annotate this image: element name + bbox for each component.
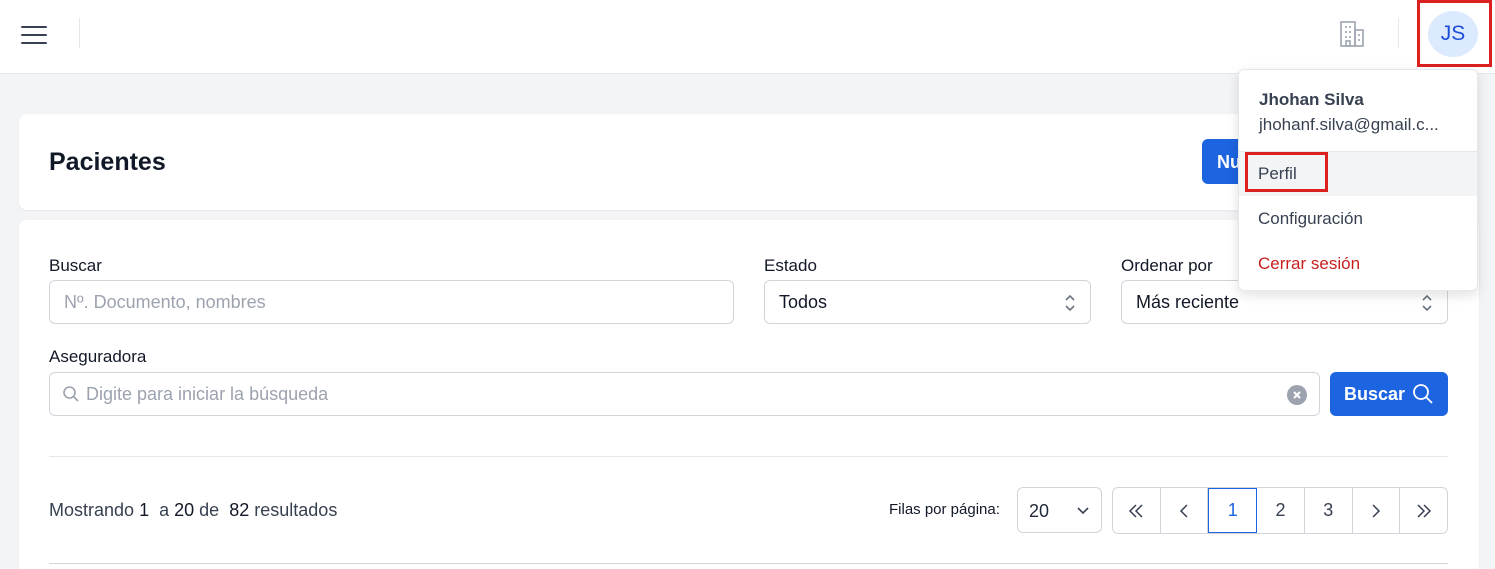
menu-item-configuracion[interactable]: Configuración: [1239, 197, 1477, 241]
divider: [49, 456, 1448, 457]
search-icon: [63, 386, 79, 402]
buscar-input[interactable]: Nº. Documento, nombres: [49, 280, 734, 324]
previous-page-icon[interactable]: [1161, 488, 1209, 533]
search-button-label: Buscar: [1344, 383, 1406, 404]
table-top-border: [49, 563, 1448, 564]
buscar-label: Buscar: [49, 256, 102, 275]
rows-per-page-label: Filas por página:: [889, 501, 1000, 518]
aseguradora-label: Aseguradora: [49, 347, 147, 366]
results-prefix: Mostrando: [49, 500, 135, 520]
page-title: Pacientes: [49, 148, 166, 176]
perfil-highlight-box: [1245, 152, 1328, 192]
results-total: 82: [229, 500, 250, 520]
rows-per-page-value: 20: [1029, 501, 1050, 521]
page-button-1[interactable]: 1: [1208, 488, 1258, 533]
next-page-icon[interactable]: [1353, 488, 1401, 533]
results-of-word: de: [199, 500, 220, 520]
aseguradora-search-input[interactable]: Digite para iniciar la búsqueda: [49, 372, 1320, 416]
hamburger-menu-icon[interactable]: [21, 24, 47, 46]
search-icon: [1413, 384, 1433, 404]
avatar-highlight-box: [1417, 0, 1492, 67]
aseguradora-placeholder: Digite para iniciar la búsqueda: [86, 383, 329, 404]
estado-select[interactable]: Todos: [764, 280, 1091, 324]
menu-item-cerrar-sesion[interactable]: Cerrar sesión: [1239, 242, 1477, 286]
page-button-3[interactable]: 3: [1305, 488, 1353, 533]
chevron-down-icon: [1077, 507, 1089, 515]
building-icon[interactable]: [1336, 18, 1368, 50]
clear-icon[interactable]: [1287, 385, 1307, 405]
top-navbar: JS: [0, 0, 1495, 74]
navbar-divider: [79, 18, 80, 48]
buscar-placeholder: Nº. Documento, nombres: [64, 291, 266, 312]
ordenar-label: Ordenar por: [1121, 256, 1213, 275]
ordenar-value: Más reciente: [1136, 291, 1240, 312]
navbar-divider: [1398, 18, 1399, 48]
first-page-icon[interactable]: [1113, 488, 1161, 533]
estado-label: Estado: [764, 256, 817, 275]
results-from: 1: [139, 500, 150, 520]
last-page-icon[interactable]: [1400, 488, 1447, 533]
search-button[interactable]: Buscar: [1330, 372, 1448, 416]
estado-value: Todos: [779, 291, 828, 312]
results-summary: Mostrando 1 a 20 de 82 resultados: [49, 500, 337, 521]
page-button-2[interactable]: 2: [1257, 488, 1305, 533]
results-to-word: a: [159, 500, 170, 520]
updown-chevron-icon: [1422, 294, 1432, 312]
page-header-card: Pacientes Nu: [19, 114, 1282, 210]
user-name: Jhohan Silva: [1259, 90, 1364, 109]
rows-per-page-select[interactable]: 20: [1017, 487, 1102, 533]
pagination: 1 2 3: [1112, 487, 1448, 534]
user-email: jhohanf.silva@gmail.c...: [1259, 115, 1439, 134]
results-suffix: resultados: [254, 500, 338, 520]
results-to: 20: [174, 500, 195, 520]
updown-chevron-icon: [1065, 294, 1075, 312]
